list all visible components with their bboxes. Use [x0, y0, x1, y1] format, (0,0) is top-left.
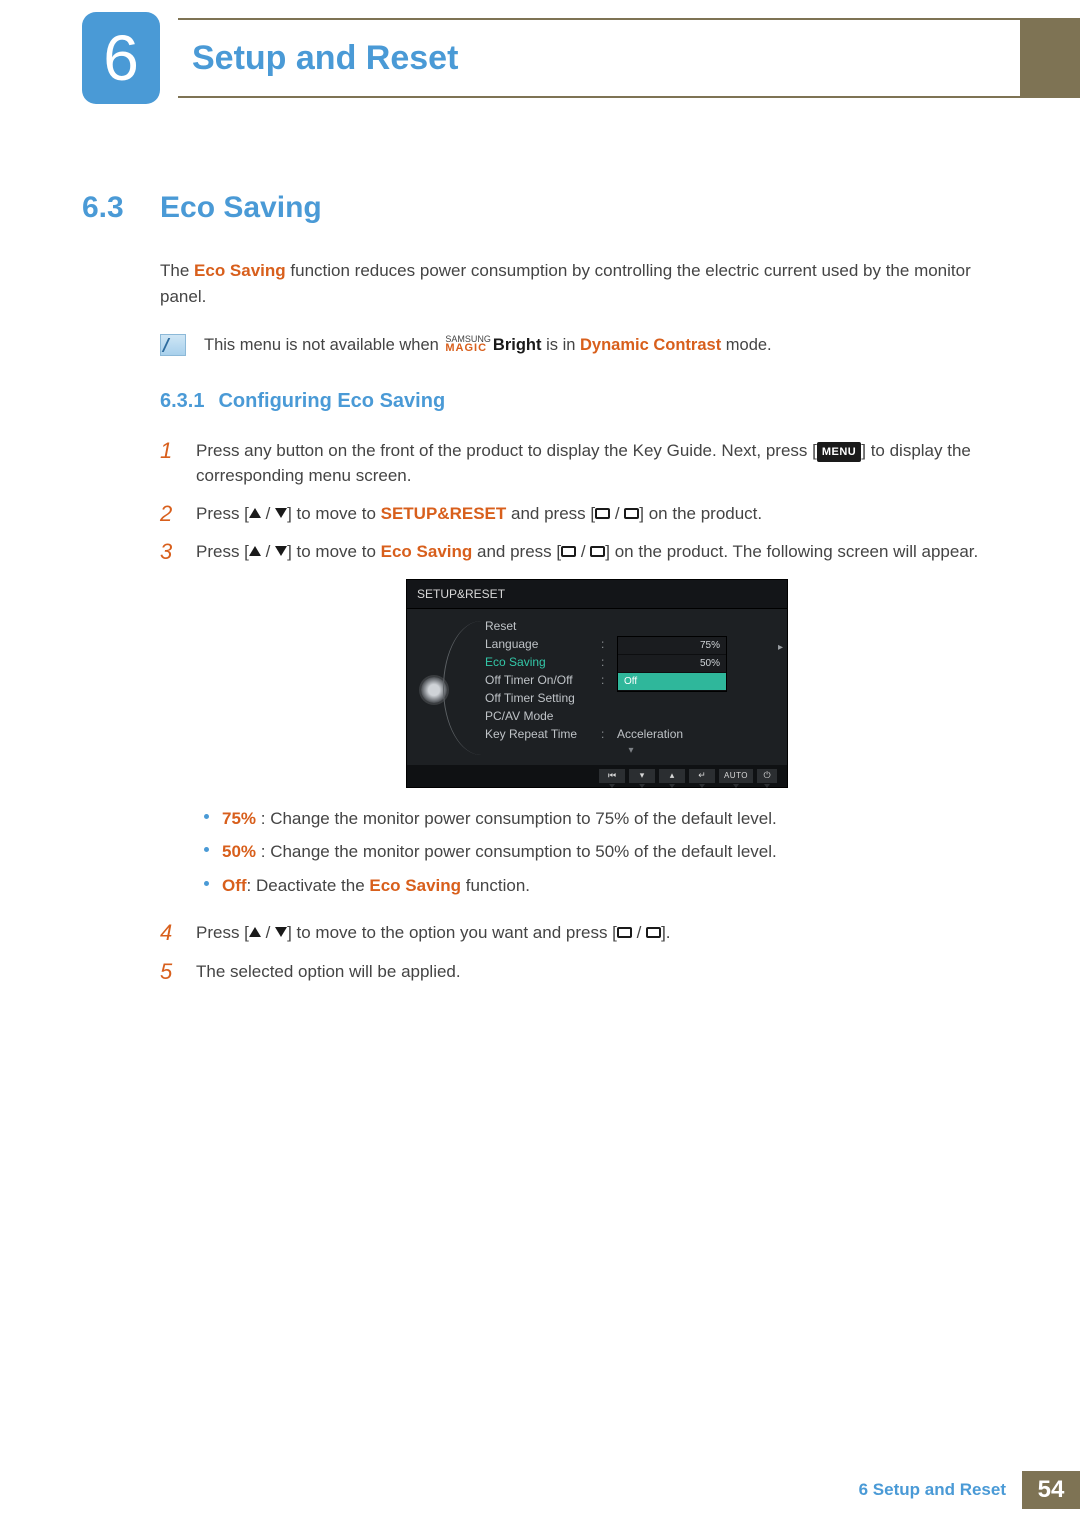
- up-arrow-icon: [249, 546, 261, 556]
- down-arrow-icon: [275, 546, 287, 556]
- osd-auto-button: AUTO: [719, 769, 753, 783]
- enter-icon: [590, 546, 605, 557]
- section-title: Eco Saving: [160, 191, 322, 224]
- osd-bracket-decoration: [443, 621, 483, 755]
- note-text: This menu is not available when SAMSUNGM…: [204, 333, 772, 358]
- bullet-off: Off: Deactivate the Eco Saving function.: [200, 873, 998, 899]
- step-3: 3 Press [ / ] to move to Eco Saving and …: [160, 539, 998, 908]
- osd-option-off: Off: [618, 673, 726, 691]
- section-intro: The Eco Saving function reduces power co…: [160, 258, 998, 309]
- section-heading: 6.3Eco Saving: [82, 185, 998, 230]
- enter-icon: [646, 927, 661, 938]
- page-footer: 6 Setup and Reset 54: [859, 1471, 1080, 1509]
- source-icon: [595, 508, 610, 519]
- osd-menu: Reset Language:English Eco Saving: 75% 5…: [461, 615, 787, 765]
- osd-enter-icon: ↵: [689, 769, 715, 783]
- osd-screenshot: SETUP&RESET Reset Language:English Eco S…: [406, 579, 788, 788]
- osd-footer: ⏮ ▾ ▴ ↵ AUTO ⏻: [407, 765, 787, 787]
- section-number: 6.3: [82, 185, 160, 230]
- step-4: 4 Press [ / ] to move to the option you …: [160, 920, 998, 946]
- note: This menu is not available when SAMSUNGM…: [160, 333, 998, 358]
- source-icon: [561, 546, 576, 557]
- chapter-number-badge: 6: [82, 12, 160, 104]
- step-2: 2 Press [ / ] to move to SETUP&RESET and…: [160, 501, 998, 527]
- osd-right-caret-icon: ▸: [778, 640, 783, 655]
- osd-item-pcav: PC/AV Mode: [485, 707, 777, 725]
- up-arrow-icon: [249, 927, 261, 937]
- step-number: 5: [160, 959, 178, 985]
- osd-item-key-repeat: Key Repeat Time:Acceleration: [485, 725, 777, 743]
- down-arrow-icon: [275, 927, 287, 937]
- footer-chapter: 6 Setup and Reset: [859, 1471, 1022, 1509]
- chapter-header: 6 Setup and Reset: [0, 18, 1080, 98]
- osd-option-50: 50%: [618, 655, 726, 673]
- menu-button-icon: MENU: [817, 442, 861, 463]
- note-icon: [160, 334, 186, 356]
- subsection-number: 6.3.1: [160, 390, 204, 412]
- up-arrow-icon: [249, 508, 261, 518]
- osd-item-eco-saving: Eco Saving: 75% 50% Off: [485, 653, 777, 671]
- osd-up-icon: ▴: [659, 769, 685, 783]
- enter-icon: [624, 508, 639, 519]
- osd-title: SETUP&RESET: [407, 580, 787, 609]
- osd-option-75: 75%: [618, 637, 726, 655]
- step-number: 2: [160, 501, 178, 527]
- steps-list: 1 Press any button on the front of the p…: [160, 438, 998, 985]
- header-accent-block: [1020, 18, 1080, 98]
- bullet-75: 75% : Change the monitor power consumpti…: [200, 806, 998, 832]
- osd-scroll-down-icon: ▾: [485, 743, 777, 761]
- page-number: 54: [1022, 1471, 1080, 1509]
- osd-back-icon: ⏮: [599, 769, 625, 783]
- step-1: 1 Press any button on the front of the p…: [160, 438, 998, 489]
- osd-item-reset: Reset: [485, 617, 777, 635]
- step-number: 3: [160, 539, 178, 908]
- down-arrow-icon: [275, 508, 287, 518]
- source-icon: [617, 927, 632, 938]
- bullet-50: 50% : Change the monitor power consumpti…: [200, 839, 998, 865]
- option-bullets: 75% : Change the monitor power consumpti…: [200, 806, 998, 899]
- subsection-title: Configuring Eco Saving: [218, 390, 445, 412]
- subsection-heading: 6.3.1 Configuring Eco Saving: [160, 386, 998, 416]
- step-number: 4: [160, 920, 178, 946]
- osd-power-icon: ⏻: [757, 769, 777, 783]
- osd-down-icon: ▾: [629, 769, 655, 783]
- chapter-title: Setup and Reset: [178, 18, 1020, 98]
- step-5: 5 The selected option will be applied.: [160, 959, 998, 985]
- step-number: 1: [160, 438, 178, 489]
